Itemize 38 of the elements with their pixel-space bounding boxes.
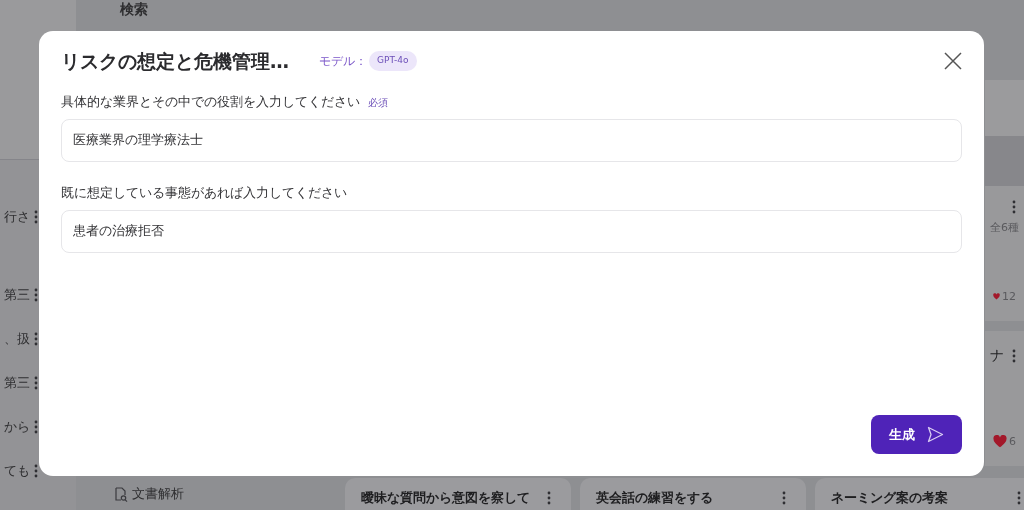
dialog-title: リスクの想定と危機管理… [61,48,289,74]
more-icon[interactable] [34,420,38,434]
list-item-text: 、扱 [3,330,30,349]
more-icon[interactable] [34,210,38,224]
more-icon[interactable] [1017,491,1021,505]
field-label: 既に想定している事態があれば入力してください [61,183,347,202]
nav-item[interactable]: 文書解析 [132,484,184,504]
list-item-text: ても [3,462,30,481]
list-item-text: から [3,418,30,437]
card-title: 曖昧な質問から意図を察して [361,489,530,508]
like-count: 6 [1009,433,1016,450]
more-icon[interactable] [34,288,38,302]
section-heading: 検索 [120,2,148,16]
more-icon[interactable] [782,491,786,505]
card-title: ナ [990,346,1004,365]
card-title: 英会話の練習をする [596,489,713,508]
input-field[interactable]: 患者の治療拒否 [61,210,962,253]
generate-button[interactable]: 生成 [871,415,962,454]
more-icon[interactable] [1012,348,1016,363]
card-title: ネーミング案の考案 [831,489,948,508]
like-count: 12 [1002,288,1016,305]
field-label: 具体的な業界とその中での役割を入力してください [61,92,360,111]
more-icon[interactable] [34,464,38,478]
more-icon[interactable] [547,491,551,505]
more-icon[interactable] [34,332,38,346]
more-icon[interactable] [34,376,38,390]
more-icon[interactable] [1012,200,1016,214]
heart-icon [993,435,1007,449]
input-field[interactable]: 医療業界の理学療法士 [61,119,962,162]
list-item-text: 第三 [3,286,30,305]
model-badge: GPT-4o [369,51,417,71]
list-item-text: 第三 [3,374,30,393]
send-icon [927,426,944,443]
required-tag: 必須 [368,94,388,110]
list-item-text: 行さ [3,208,30,227]
model-label: モデル： [319,53,367,70]
close-button[interactable] [942,50,964,72]
document-search-icon [114,486,128,502]
